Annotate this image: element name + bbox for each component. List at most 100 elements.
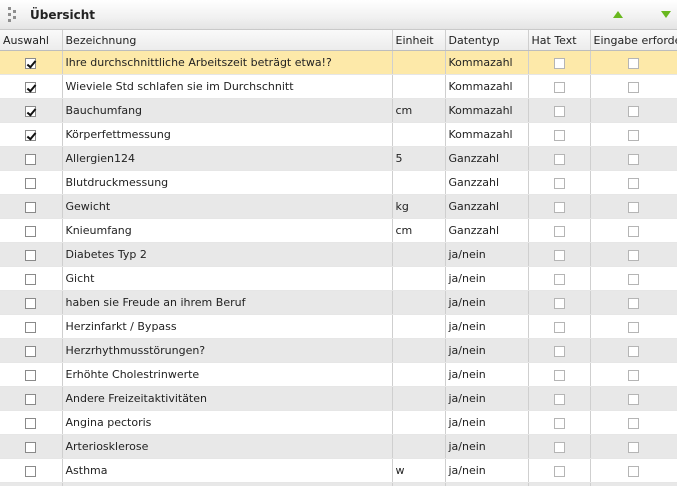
hat-text-checkbox[interactable] [553,153,565,165]
hat-text-cell[interactable] [528,338,591,363]
hat-text-checkbox[interactable] [553,105,565,117]
auswahl-cell[interactable] [0,170,63,195]
table-row[interactable]: Gewicht kg Ganzzahl [0,194,677,219]
auswahl-checkbox[interactable] [25,81,36,93]
table-row[interactable]: Arteriosklerose ja/nein [0,434,677,459]
eingabe-erforderlich-cell[interactable] [590,242,677,267]
table-row[interactable] [0,482,677,486]
column-header-hat-text[interactable]: Hat Text [528,30,591,51]
auswahl-checkbox[interactable] [25,345,36,357]
table-row[interactable]: Diabetes Typ 2 ja/nein [0,242,677,267]
table-row[interactable]: Bauchumfang cm Kommazahl [0,98,677,123]
eingabe-erforderlich-cell[interactable] [590,50,677,75]
auswahl-cell[interactable] [0,290,63,315]
hat-text-checkbox[interactable] [553,297,565,309]
eingabe-erforderlich-cell[interactable] [590,314,677,339]
hat-text-cell[interactable] [528,50,591,75]
eingabe-erforderlich-checkbox[interactable] [628,57,639,69]
auswahl-cell[interactable] [0,386,63,411]
auswahl-cell[interactable] [0,98,63,123]
hat-text-checkbox[interactable] [553,369,565,381]
move-up-arrow-icon[interactable] [613,11,623,18]
eingabe-erforderlich-checkbox[interactable] [628,345,639,357]
auswahl-cell[interactable] [0,122,63,147]
auswahl-checkbox[interactable] [25,297,36,309]
auswahl-cell[interactable] [0,242,63,267]
table-row[interactable]: Gicht ja/nein [0,266,677,291]
hat-text-cell[interactable] [528,74,591,99]
auswahl-cell[interactable] [0,410,63,435]
auswahl-cell[interactable] [0,434,63,459]
eingabe-erforderlich-cell[interactable] [590,434,677,459]
hat-text-cell[interactable] [528,266,591,291]
auswahl-checkbox[interactable] [25,201,36,213]
auswahl-checkbox[interactable] [25,465,36,477]
hat-text-checkbox[interactable] [553,273,565,285]
eingabe-erforderlich-checkbox[interactable] [628,369,639,381]
hat-text-cell[interactable] [528,290,591,315]
table-row[interactable]: Erhöhte Cholestrinwerte ja/nein [0,362,677,387]
hat-text-cell[interactable] [528,122,591,147]
auswahl-checkbox[interactable] [25,249,36,261]
eingabe-erforderlich-cell[interactable] [590,386,677,411]
auswahl-checkbox[interactable] [25,57,36,69]
column-header-auswahl[interactable]: Auswahl [0,30,63,51]
auswahl-checkbox[interactable] [25,321,36,333]
move-down-arrow-icon[interactable] [661,11,671,18]
table-row[interactable]: Wieviele Std schlafen sie im Durchschnit… [0,74,677,99]
hat-text-cell[interactable] [528,146,591,171]
auswahl-cell[interactable] [0,194,63,219]
table-row[interactable]: Knieumfang cm Ganzzahl [0,218,677,243]
hat-text-checkbox[interactable] [553,129,565,141]
table-row[interactable]: haben sie Freude an ihrem Beruf ja/nein [0,290,677,315]
hat-text-checkbox[interactable] [553,321,565,333]
eingabe-erforderlich-cell[interactable] [590,458,677,483]
auswahl-checkbox[interactable] [25,225,36,237]
eingabe-erforderlich-cell[interactable] [590,338,677,363]
eingabe-erforderlich-checkbox[interactable] [628,129,639,141]
hat-text-checkbox[interactable] [553,393,565,405]
hat-text-cell[interactable] [528,194,591,219]
auswahl-checkbox[interactable] [25,177,36,189]
eingabe-erforderlich-checkbox[interactable] [628,441,639,453]
auswahl-cell[interactable] [0,338,63,363]
hat-text-checkbox[interactable] [553,177,565,189]
hat-text-cell[interactable] [528,410,591,435]
auswahl-cell[interactable] [0,362,63,387]
auswahl-cell[interactable] [0,218,63,243]
eingabe-erforderlich-cell[interactable] [590,266,677,291]
hat-text-checkbox[interactable] [553,201,565,213]
hat-text-cell[interactable] [528,170,591,195]
auswahl-checkbox[interactable] [25,441,36,453]
hat-text-cell[interactable] [528,458,591,483]
hat-text-checkbox[interactable] [553,441,565,453]
eingabe-erforderlich-checkbox[interactable] [628,321,639,333]
eingabe-erforderlich-cell[interactable] [590,146,677,171]
auswahl-checkbox[interactable] [25,105,36,117]
table-row[interactable]: Ihre durchschnittliche Arbeitszeit beträ… [0,50,677,75]
auswahl-checkbox[interactable] [25,153,36,165]
eingabe-erforderlich-checkbox[interactable] [628,153,639,165]
hat-text-cell[interactable] [528,314,591,339]
table-row[interactable]: Blutdruckmessung Ganzzahl [0,170,677,195]
auswahl-cell[interactable] [0,50,63,75]
table-row[interactable]: Asthma w ja/nein [0,458,677,483]
auswahl-cell[interactable] [0,266,63,291]
eingabe-erforderlich-checkbox[interactable] [628,249,639,261]
hat-text-cell[interactable] [528,434,591,459]
eingabe-erforderlich-cell[interactable] [590,218,677,243]
eingabe-erforderlich-checkbox[interactable] [628,225,639,237]
hat-text-checkbox[interactable] [553,81,565,93]
table-row[interactable]: Angina pectoris ja/nein [0,410,677,435]
hat-text-cell[interactable] [528,386,591,411]
hat-text-cell[interactable] [528,218,591,243]
eingabe-erforderlich-cell[interactable] [590,122,677,147]
hat-text-cell[interactable] [528,242,591,267]
hat-text-checkbox[interactable] [553,465,565,477]
eingabe-erforderlich-checkbox[interactable] [628,273,639,285]
hat-text-cell[interactable] [528,362,591,387]
eingabe-erforderlich-cell[interactable] [590,362,677,387]
auswahl-cell[interactable] [0,458,63,483]
auswahl-checkbox[interactable] [25,417,36,429]
auswahl-cell[interactable] [0,482,63,486]
